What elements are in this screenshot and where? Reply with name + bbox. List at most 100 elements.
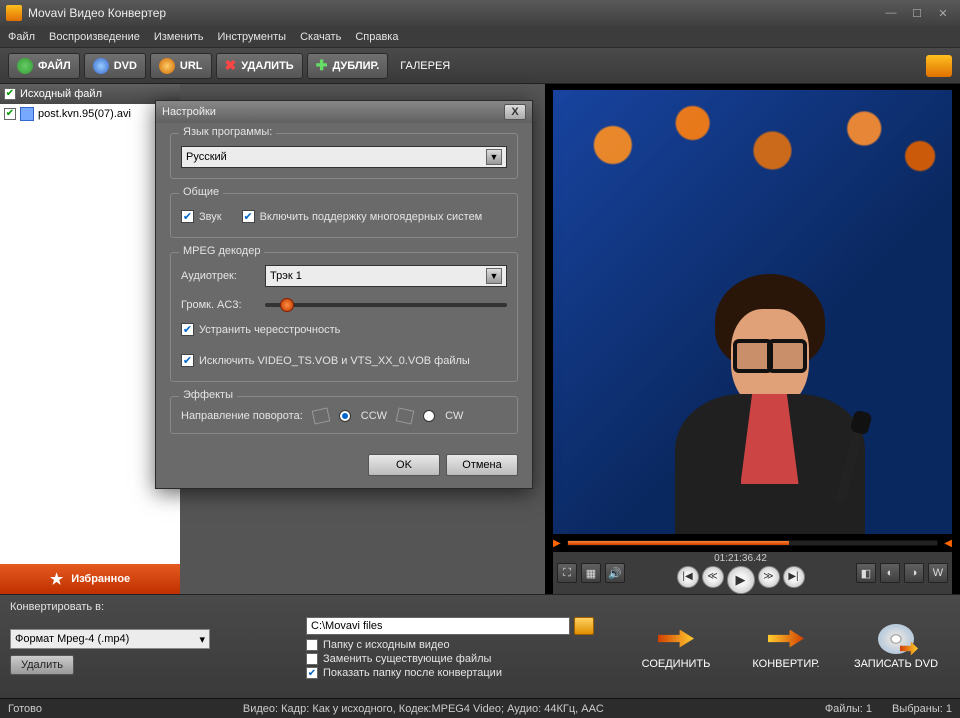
cw-radio[interactable]	[423, 410, 435, 422]
ac3-label: Громк. AC3:	[181, 299, 257, 311]
video-file-icon	[20, 107, 34, 121]
ok-button[interactable]: OK	[368, 454, 440, 476]
player-controls: ⛶ ▦ 🔊 01:21:36.42 |◀ ≪ ▶ ≫ ▶| ◧ ◐ ◑ W	[553, 552, 952, 594]
menu-edit[interactable]: Изменить	[154, 31, 204, 43]
file-checkbox[interactable]: ✔	[4, 108, 16, 120]
add-url-button[interactable]: URL	[150, 53, 212, 79]
cancel-button[interactable]: Отмена	[446, 454, 518, 476]
rewind-button[interactable]: ≪	[702, 566, 724, 588]
dialog-close-button[interactable]: X	[504, 104, 526, 120]
duplicate-button[interactable]: ✚ДУБЛИР.	[307, 53, 389, 79]
menu-download[interactable]: Скачать	[300, 31, 341, 43]
exclude-vob-checkbox[interactable]: ✔	[181, 354, 194, 367]
ccw-radio[interactable]	[339, 410, 351, 422]
gallery-button[interactable]: ГАЛЕРЕЯ	[392, 53, 458, 79]
mark-out-icon[interactable]: ◀	[944, 538, 952, 549]
status-files: Файлы: 1	[825, 703, 872, 715]
volume-button[interactable]: 🔊	[605, 563, 625, 583]
menu-file[interactable]: Файл	[8, 31, 35, 43]
ac3-volume-slider[interactable]	[265, 303, 507, 307]
browse-folder-button[interactable]	[574, 617, 594, 635]
window-title: Movavi Видео Конвертер	[28, 6, 880, 20]
contrast-button[interactable]: ◑	[904, 563, 924, 583]
menu-tools[interactable]: Инструменты	[217, 31, 286, 43]
effects-group-label: Эффекты	[179, 389, 237, 401]
mpeg-group: MPEG декодер Аудиотрек: Трэк 1▼ Громк. A…	[170, 252, 518, 382]
src-folder-label: Папку с исходным видео	[323, 639, 450, 651]
menu-play[interactable]: Воспроизведение	[49, 31, 140, 43]
convert-button[interactable]: КОНВЕРТИР.	[736, 612, 836, 682]
favorites-button[interactable]: Избранное	[0, 564, 180, 594]
watermark-button[interactable]: W	[928, 563, 948, 583]
effects-group: Эффекты Направление поворота: CCW CW	[170, 396, 518, 434]
add-file-button[interactable]: ФАЙЛ	[8, 53, 80, 79]
crop-tool-button[interactable]: ⛶	[557, 563, 577, 583]
plus-icon: ✚	[316, 57, 328, 74]
disc-icon	[93, 58, 109, 74]
slider-thumb[interactable]	[280, 298, 294, 312]
forward-button[interactable]: ≫	[758, 566, 780, 588]
play-button[interactable]: ▶	[727, 566, 755, 594]
titlebar: Movavi Видео Конвертер — ☐ ✕	[0, 0, 960, 26]
format-select[interactable]: Формат Mpeg-4 (.mp4)▾	[10, 629, 210, 649]
status-info: Видео: Кадр: Как у исходного, Кодек:MPEG…	[42, 703, 805, 715]
seek-bar[interactable]	[567, 540, 939, 546]
status-ready: Готово	[8, 703, 42, 715]
ccw-label: CCW	[361, 410, 387, 422]
language-group: Язык программы: Русский▼	[170, 133, 518, 179]
file-row[interactable]: ✔ post.kvn.95(07).avi	[0, 104, 180, 124]
multicore-label: Включить поддержку многоядерных систем	[260, 211, 483, 223]
skip-end-button[interactable]: ▶|	[783, 566, 805, 588]
skip-start-button[interactable]: |◀	[677, 566, 699, 588]
replace-checkbox[interactable]	[306, 653, 318, 665]
replace-label: Заменить существующие файлы	[323, 653, 491, 665]
general-group: Общие ✔Звук ✔Включить поддержку многояде…	[170, 193, 518, 238]
audiotrack-label: Аудиотрек:	[181, 270, 257, 282]
preview-panel: ▶ ◀ ⛶ ▦ 🔊 01:21:36.42 |◀ ≪ ▶ ≫ ▶| ◧ ◐ ◑ …	[545, 84, 960, 594]
bottom-panel: Конвертировать в: Формат Mpeg-4 (.mp4)▾ …	[0, 594, 960, 698]
output-path-input[interactable]: C:\Movavi files	[306, 617, 570, 635]
status-bar: Готово Видео: Кадр: Как у исходного, Код…	[0, 698, 960, 718]
general-group-label: Общие	[179, 186, 223, 198]
select-all-checkbox[interactable]: ✔	[4, 88, 16, 100]
show-folder-label: Показать папку после конвертации	[323, 667, 502, 679]
sound-checkbox[interactable]: ✔	[181, 210, 194, 223]
delete-preset-button[interactable]: Удалить	[10, 655, 74, 675]
mark-in-icon[interactable]: ▶	[553, 538, 561, 549]
globe-icon	[159, 58, 175, 74]
file-name: post.kvn.95(07).avi	[38, 108, 131, 120]
add-dvd-button[interactable]: DVD	[84, 53, 146, 79]
file-list-header: ✔ Исходный файл	[0, 84, 180, 104]
status-selected: Выбраны: 1	[892, 703, 952, 715]
toolbar: ФАЙЛ DVD URL ✖УДАЛИТЬ ✚ДУБЛИР. ГАЛЕРЕЯ	[0, 48, 960, 84]
filmstrip-button[interactable]: ▦	[581, 563, 601, 583]
join-icon	[658, 624, 694, 654]
cw-label: CW	[445, 410, 463, 422]
close-button[interactable]: ✕	[932, 5, 954, 21]
adjust-button[interactable]: ◐	[880, 563, 900, 583]
burn-dvd-button[interactable]: ЗАПИСАТЬ DVD	[846, 612, 946, 682]
maximize-button[interactable]: ☐	[906, 5, 928, 21]
minimize-button[interactable]: —	[880, 5, 902, 21]
language-group-label: Язык программы:	[179, 126, 276, 138]
menu-help[interactable]: Справка	[355, 31, 398, 43]
video-preview[interactable]	[553, 90, 952, 534]
language-select[interactable]: Русский▼	[181, 146, 507, 168]
rotate-cw-icon	[396, 407, 415, 424]
multicore-checkbox[interactable]: ✔	[242, 210, 255, 223]
sound-label: Звук	[199, 211, 222, 223]
crop-button[interactable]: ◧	[856, 563, 876, 583]
convert-icon	[768, 624, 804, 654]
deinterlace-checkbox[interactable]: ✔	[181, 323, 194, 336]
dvd-icon	[878, 624, 914, 654]
show-folder-checkbox[interactable]: ✔	[306, 667, 318, 679]
join-button[interactable]: СОЕДИНИТЬ	[626, 612, 726, 682]
dialog-titlebar[interactable]: Настройки X	[156, 101, 532, 123]
src-folder-checkbox[interactable]	[306, 639, 318, 651]
file-list-panel: ✔ Исходный файл ✔ post.kvn.95(07).avi Из…	[0, 84, 180, 594]
help-icon[interactable]	[926, 55, 952, 77]
audiotrack-select[interactable]: Трэк 1▼	[265, 265, 507, 287]
delete-button[interactable]: ✖УДАЛИТЬ	[216, 53, 303, 79]
deinterlace-label: Устранить чересстрочность	[199, 324, 340, 336]
app-logo-icon	[6, 5, 22, 21]
